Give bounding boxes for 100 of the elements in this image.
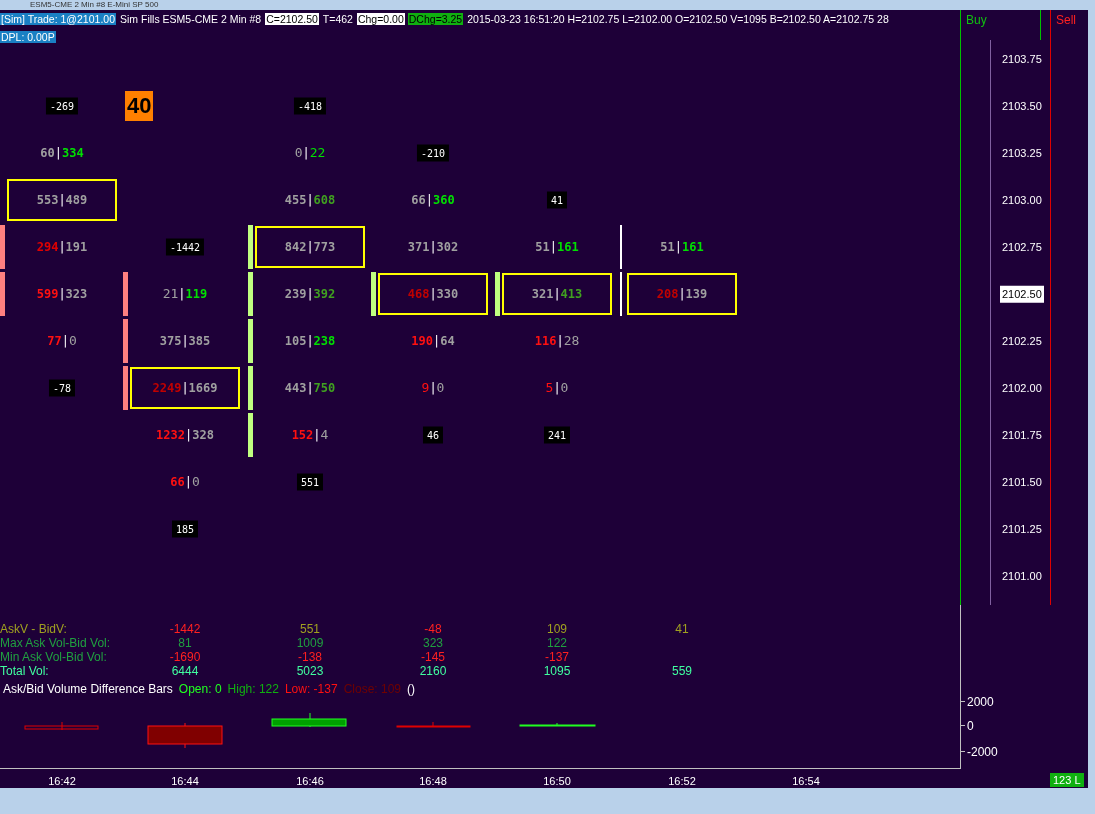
footprint-cell-text: 239|392 <box>283 286 337 303</box>
time-label: 16:46 <box>296 774 324 788</box>
footprint-cell-text: 455|608 <box>283 192 337 209</box>
delta-label: 551 <box>296 473 324 491</box>
price-label: 2101.75 <box>1001 427 1043 443</box>
footprint-cell-text: 51|161 <box>659 239 705 256</box>
legend-text: Ask/Bid Volume Difference Bars <box>3 681 173 698</box>
delta-label: -1442 <box>165 238 205 256</box>
footprint-cell-text: 1232|328 <box>155 427 215 444</box>
footprint-cell: 553|489 <box>7 179 117 221</box>
time-label: 16:42 <box>48 774 76 788</box>
footprint-cell: 842|773 <box>255 226 365 268</box>
stat-value: 323 <box>423 635 443 652</box>
status-field: Sim Fills ESM5-CME 2 Min #8 <box>119 13 263 25</box>
stat-value: 1009 <box>296 635 324 652</box>
footprint-cell-text: 294|191 <box>35 239 89 256</box>
delta-label: 41 <box>547 191 567 209</box>
price-label: 2103.50 <box>1001 98 1043 114</box>
footprint-cell-text: 21|119 <box>161 285 209 304</box>
delta-label: -418 <box>293 97 327 115</box>
delta-label: -78 <box>48 379 76 397</box>
stat-value: 41 <box>675 621 689 638</box>
footprint-cell-text: 371|302 <box>406 239 460 256</box>
footprint-cell-text: 105|238 <box>283 333 337 350</box>
footprint-cell-text: 51|161 <box>534 239 580 256</box>
stat-value: 2160 <box>419 663 447 680</box>
footprint-cell-text: 375|385 <box>158 333 212 350</box>
status-field: C=2102.50 <box>265 13 319 25</box>
legend-text: Close: 109 <box>343 681 401 698</box>
stat-value: -48 <box>424 621 442 638</box>
time-label: 16:44 <box>171 774 199 788</box>
price-label: 2101.50 <box>1001 474 1043 490</box>
status-field: [Sim] Trade: 1@2101.00 <box>0 13 116 25</box>
footprint-cell: 321|413 <box>502 273 612 315</box>
price-label: 2103.25 <box>1001 145 1043 161</box>
footprint-cell: 208|139 <box>627 273 737 315</box>
footprint-cell: 2249|1669 <box>130 367 240 409</box>
delta-label: -210 <box>416 144 450 162</box>
stat-value: -1690 <box>169 649 201 666</box>
legend-text: Low: -137 <box>284 681 338 698</box>
time-label: 16:54 <box>792 774 820 788</box>
status-field: Chg=0.00 <box>356 13 405 25</box>
bar-count-label: 40 <box>125 91 154 121</box>
axis-label: 2000 <box>967 694 994 711</box>
price-label: 2102.75 <box>1001 239 1043 255</box>
footprint-cell-text: 9|0 <box>420 379 446 398</box>
price-label: 2101.25 <box>1001 521 1043 537</box>
stat-value: 559 <box>672 663 692 680</box>
axis-label: -2000 <box>967 744 998 761</box>
time-label: 16:52 <box>668 774 696 788</box>
buy-label[interactable]: Buy <box>966 11 987 29</box>
price-label: 2101.00 <box>1001 568 1043 584</box>
stat-value: -137 <box>545 649 569 666</box>
footprint-cell-text: 190|64 <box>410 333 456 350</box>
stat-value: 5023 <box>296 663 324 680</box>
footprint-cell-text: 77|0 <box>46 332 78 351</box>
status-field: DChg=3.25 <box>407 13 464 25</box>
stat-value: 81 <box>178 635 192 652</box>
price-label: 2102.50 <box>1000 285 1044 303</box>
footprint-cell-text: 152|4 <box>290 426 330 445</box>
footprint-cell-text: 443|750 <box>283 380 337 397</box>
stat-label: AskV - BidV: <box>0 621 67 638</box>
footprint-cell-text: 66|0 <box>169 473 201 492</box>
sell-label[interactable]: Sell <box>1056 11 1076 29</box>
status-field: 2015-03-23 16:51:20 H=2102.75 L=2102.00 O=2102.50 V=1095 B=2102.50 A=2102.75 28 <box>466 13 890 25</box>
price-label: 2102.25 <box>1001 333 1043 349</box>
price-label: 2103.00 <box>1001 192 1043 208</box>
profit-loss-field: DPL: 0.00P <box>0 30 56 43</box>
stat-value: 122 <box>547 635 567 652</box>
delta-label: 46 <box>423 426 443 444</box>
legend-text: () <box>407 681 415 698</box>
window-title: ESM5-CME 2 Min #8 E-Mini SP 500 <box>29 0 160 10</box>
stat-value: 1095 <box>543 663 571 680</box>
status-field: T=462 <box>321 13 354 25</box>
footprint-cell-text: 0|22 <box>293 144 327 163</box>
footprint-cell-text: 5|0 <box>544 379 570 398</box>
stat-value: -1442 <box>169 621 201 638</box>
stat-label: Total Vol: <box>0 663 49 680</box>
time-label: 16:48 <box>419 774 447 788</box>
stat-label: Max Ask Vol-Bid Vol: <box>0 635 111 652</box>
legend-text: Open: 0 <box>178 681 222 698</box>
price-label: 2103.75 <box>1001 51 1043 67</box>
legend-text: High: 122 <box>227 681 279 698</box>
footprint-cell-text: 60|334 <box>39 145 85 162</box>
volume-badge: 123 L <box>1050 773 1084 787</box>
footprint-cell-text: 599|323 <box>35 286 89 303</box>
stat-value: 109 <box>547 621 567 638</box>
time-label: 16:50 <box>543 774 571 788</box>
axis-label: 0 <box>967 718 974 735</box>
stat-value: -145 <box>421 649 445 666</box>
footprint-cell-text: 116|28 <box>533 332 581 351</box>
stat-value: -138 <box>298 649 322 666</box>
delta-label: 185 <box>171 520 199 538</box>
price-label: 2102.00 <box>1001 380 1043 396</box>
stat-label: Min Ask Vol-Bid Vol: <box>0 649 107 666</box>
footprint-cell-text: 66|360 <box>410 192 456 209</box>
delta-label: -269 <box>45 97 79 115</box>
footprint-cell: 468|330 <box>378 273 488 315</box>
delta-label: 241 <box>543 426 571 444</box>
stat-value: 6444 <box>171 663 199 680</box>
